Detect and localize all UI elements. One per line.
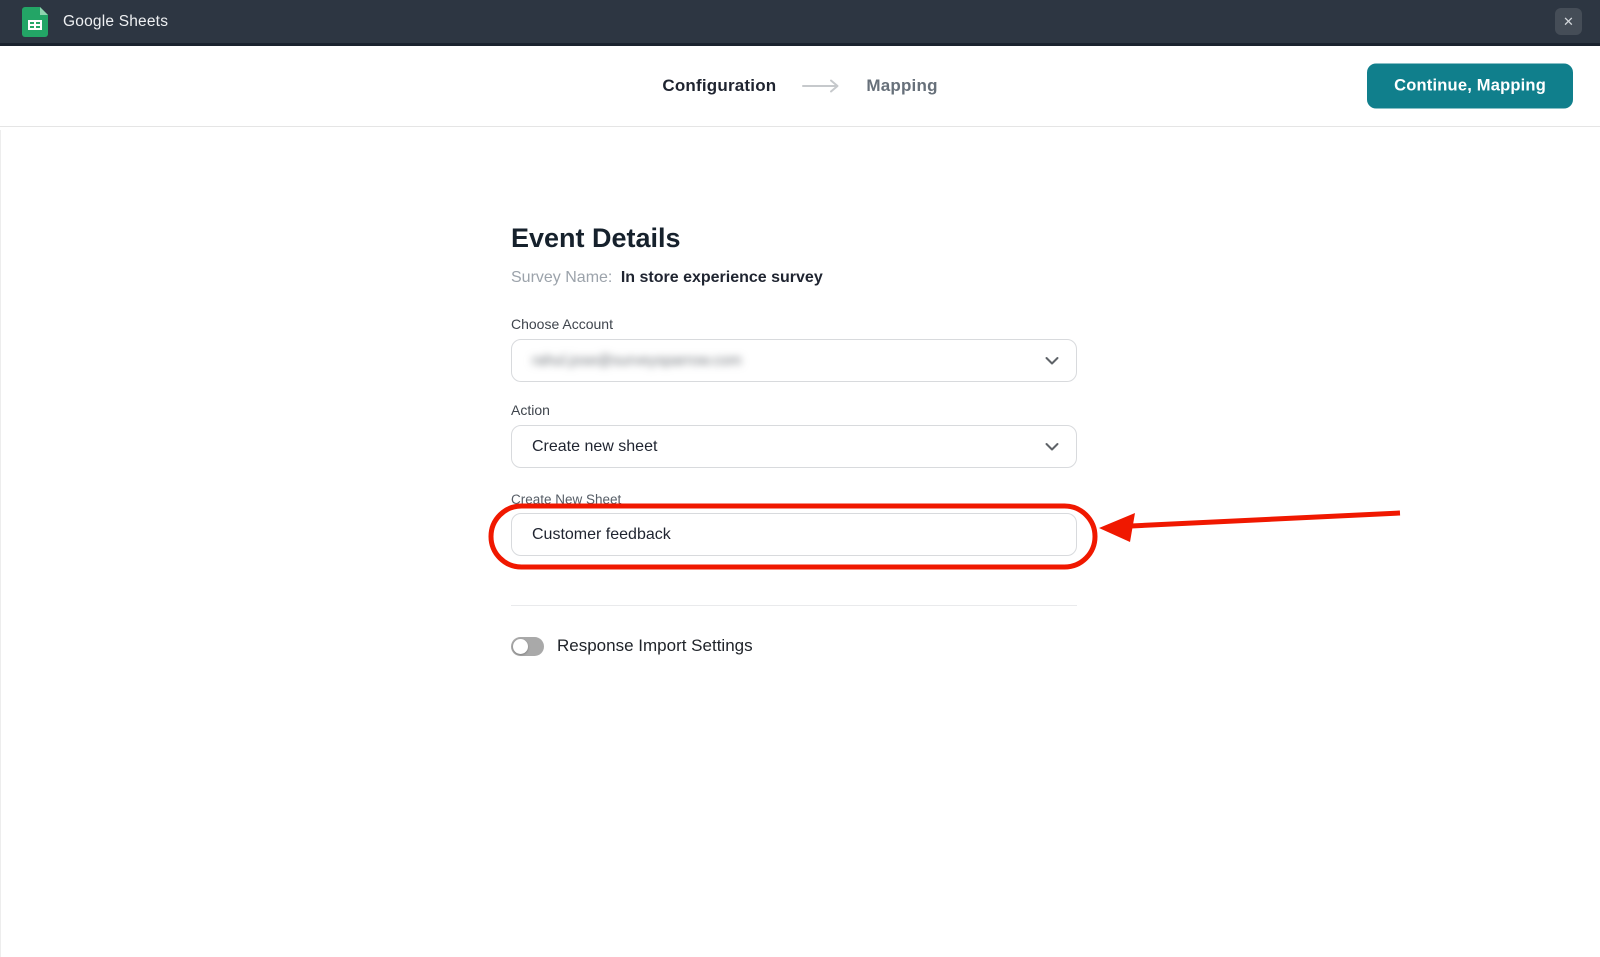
wizard-header: Configuration Mapping Continue, Mapping: [0, 46, 1600, 127]
close-icon: ✕: [1563, 14, 1574, 29]
integration-modal: Google Sheets ✕ Configuration Mapping Co…: [0, 0, 1600, 957]
page-title: Event Details: [511, 223, 681, 253]
response-import-label: Response Import Settings: [557, 636, 753, 655]
chevron-down-icon: [1045, 442, 1059, 451]
toggle-knob: [513, 638, 528, 654]
step-mapping[interactable]: Mapping: [866, 76, 937, 96]
create-new-sheet-label: Create New Sheet: [511, 492, 622, 507]
app-title: Google Sheets: [63, 12, 169, 30]
action-select-value: Create new sheet: [532, 437, 658, 455]
survey-name-label: Survey Name:: [511, 269, 613, 286]
content-area: Event Details Survey Name: In store expe…: [0, 130, 1600, 957]
response-import-toggle[interactable]: [511, 636, 544, 656]
divider: [511, 605, 1077, 606]
continue-button[interactable]: Continue, Mapping: [1367, 63, 1573, 109]
account-select-value: rahul.jose@surveysparrow.com: [532, 352, 742, 369]
close-button[interactable]: ✕: [1555, 8, 1582, 35]
action-select[interactable]: Create new sheet: [511, 425, 1077, 468]
event-details-form: Event Details Survey Name: In store expe…: [511, 222, 1077, 656]
google-sheets-icon: [22, 6, 48, 37]
step-configuration[interactable]: Configuration: [662, 76, 776, 96]
chevron-down-icon: [1045, 356, 1059, 365]
titlebar: Google Sheets ✕: [0, 0, 1600, 46]
survey-name-value: In store experience survey: [620, 269, 823, 286]
action-label: Action: [511, 402, 550, 418]
account-select[interactable]: rahul.jose@surveysparrow.com: [511, 339, 1077, 382]
arrow-right-icon: [802, 79, 840, 93]
choose-account-label: Choose Account: [511, 316, 613, 332]
survey-name-line: Survey Name: In store experience survey: [511, 268, 1077, 288]
stepper: Configuration Mapping: [662, 76, 937, 96]
response-import-row: Response Import Settings: [511, 636, 1077, 656]
sheet-name-input[interactable]: [511, 513, 1077, 556]
